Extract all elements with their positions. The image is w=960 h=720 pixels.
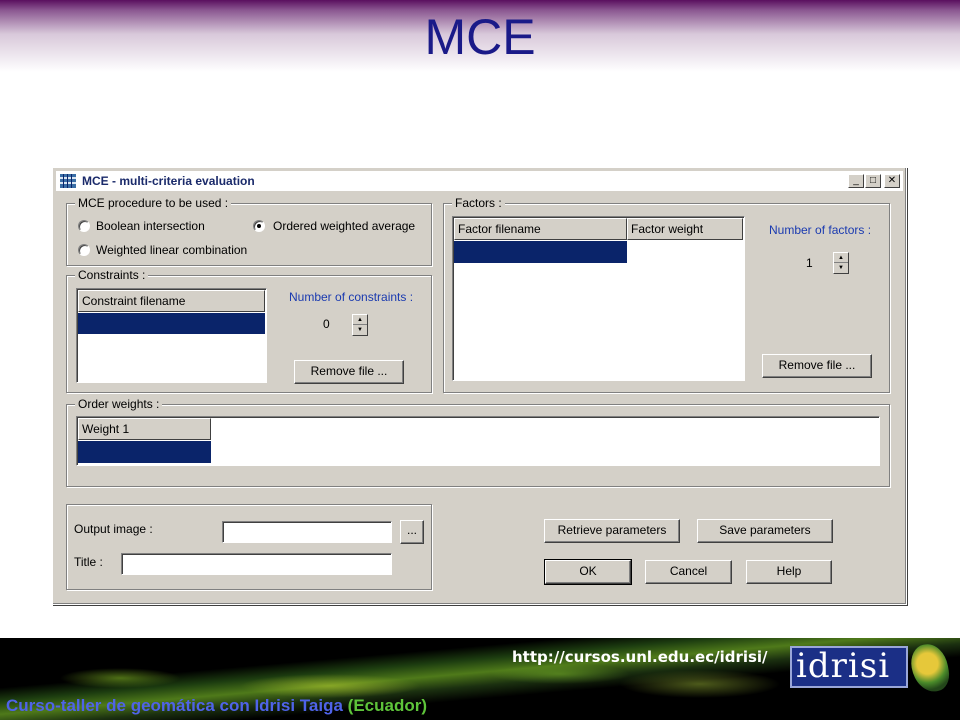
factors-grid[interactable]: Factor filename Factor weight — [452, 216, 745, 381]
idrisi-logo: idrisi — [790, 646, 908, 688]
spinner-up-icon[interactable]: ▲ — [834, 253, 848, 263]
maximize-button[interactable]: □ — [865, 174, 881, 188]
title-input[interactable] — [121, 553, 392, 575]
radio-label-wlc[interactable]: Weighted linear combination — [96, 243, 247, 257]
title-bar[interactable]: MCE - multi-criteria evaluation _ □ ✕ — [56, 171, 903, 191]
weight-1-header[interactable]: Weight 1 — [78, 418, 211, 440]
spinner-up-icon[interactable]: ▲ — [353, 315, 367, 325]
factors-legend: Factors : — [452, 196, 505, 210]
order-weights-legend: Order weights : — [75, 397, 163, 411]
slide-title: MCE — [424, 9, 536, 65]
footer-banner: http://cursos.unl.edu.ec/idrisi/ idrisi … — [0, 638, 960, 720]
factor-selected-row[interactable] — [454, 241, 627, 263]
cancel-button[interactable]: Cancel — [645, 560, 732, 584]
ok-button[interactable]: OK — [544, 559, 632, 585]
radio-ordered-weighted-average[interactable] — [253, 220, 265, 232]
mce-dialog: MCE - multi-criteria evaluation _ □ ✕ MC… — [52, 167, 907, 605]
course-region: (Ecuador) — [347, 696, 428, 715]
close-button[interactable]: ✕ — [884, 174, 900, 188]
retrieve-parameters-button[interactable]: Retrieve parameters — [544, 519, 680, 543]
order-weights-group: Order weights : Weight 1 — [66, 397, 890, 487]
constraint-filename-header[interactable]: Constraint filename — [78, 290, 265, 312]
factors-count-label: Number of factors : — [769, 223, 872, 237]
output-image-label: Output image : — [74, 522, 153, 536]
spinner-down-icon[interactable]: ▼ — [353, 325, 367, 335]
constraints-legend: Constraints : — [75, 268, 149, 282]
radio-weighted-linear-combination[interactable] — [78, 244, 90, 256]
radio-label-owa[interactable]: Ordered weighted average — [273, 219, 415, 233]
app-grid-icon — [60, 174, 76, 188]
course-url[interactable]: http://cursos.unl.edu.ec/idrisi/ — [512, 648, 768, 666]
output-browse-button[interactable]: ... — [400, 520, 424, 544]
constraints-group: Constraints : Constraint filename Number… — [66, 268, 432, 393]
constraints-count-spinner[interactable]: ▲ ▼ — [352, 314, 368, 336]
constraints-count-label: Number of constraints : — [289, 290, 414, 304]
logo-text: idrisi — [796, 646, 891, 686]
spinner-down-icon[interactable]: ▼ — [834, 263, 848, 273]
output-image-input[interactable] — [222, 521, 392, 543]
factor-weight-header[interactable]: Factor weight — [627, 218, 743, 240]
procedure-legend: MCE procedure to be used : — [75, 196, 232, 210]
constraints-count-value: 0 — [323, 317, 330, 331]
constraints-grid[interactable]: Constraint filename — [76, 288, 267, 383]
factors-remove-file-button[interactable]: Remove file ... — [762, 354, 872, 378]
window-title: MCE - multi-criteria evaluation — [82, 174, 255, 188]
procedure-group: MCE procedure to be used : Boolean inter… — [66, 196, 432, 266]
radio-selected-dot — [257, 224, 261, 228]
course-title: Curso-taller de geomática con Idrisi Tai… — [6, 696, 343, 715]
constraint-selected-row[interactable] — [78, 313, 265, 334]
order-weights-grid[interactable]: Weight 1 — [76, 416, 880, 466]
radio-label-boolean[interactable]: Boolean intersection — [96, 219, 205, 233]
factors-count-value: 1 — [806, 256, 813, 270]
ecuador-map-icon — [908, 641, 952, 695]
course-footer: Curso-taller de geomática con Idrisi Tai… — [6, 696, 427, 716]
factor-filename-header[interactable]: Factor filename — [454, 218, 627, 240]
weight-selected-cell[interactable] — [78, 441, 211, 463]
factors-count-spinner[interactable]: ▲ ▼ — [833, 252, 849, 274]
title-label: Title : — [74, 555, 103, 569]
output-group: Output image : ... Title : — [66, 504, 432, 590]
minimize-button[interactable]: _ — [848, 174, 864, 188]
help-button[interactable]: Help — [746, 560, 832, 584]
radio-boolean-intersection[interactable] — [78, 220, 90, 232]
factors-group: Factors : Factor filename Factor weight … — [443, 196, 890, 393]
save-parameters-button[interactable]: Save parameters — [697, 519, 833, 543]
constraints-remove-file-button[interactable]: Remove file ... — [294, 360, 404, 384]
